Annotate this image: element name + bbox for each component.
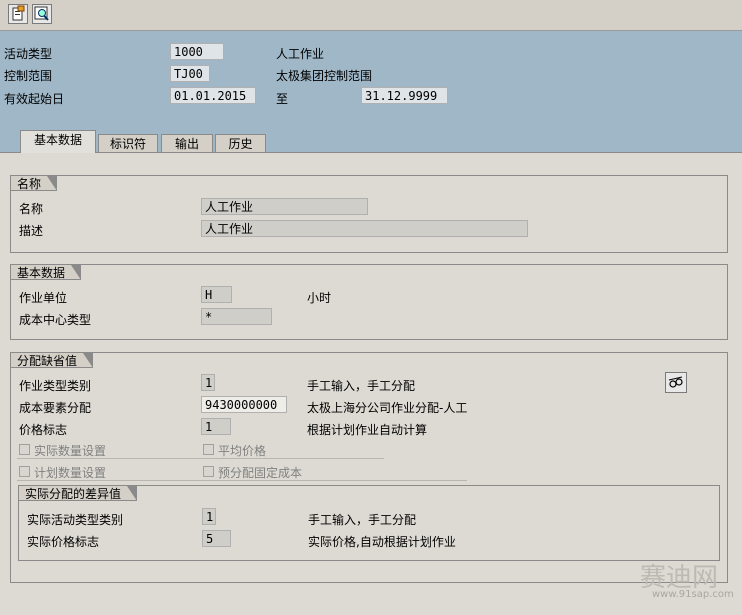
controlling-area-desc: 太极集团控制范围 [276, 69, 373, 83]
tab-panel-basic-data: 名称 名称 人工作业 描述 人工作业 基本数据 作业单位 H 小时 成本中心类型… [0, 152, 742, 615]
actual-activity-type-category-field[interactable]: 1 [202, 508, 216, 525]
activity-unit-field[interactable]: H [201, 286, 232, 303]
tab-basic-data[interactable]: 基本数据 [20, 130, 96, 153]
plan-qty-checkbox[interactable] [19, 466, 30, 477]
predistribute-fixed-cost-checkbox[interactable] [203, 466, 214, 477]
activity-type-category-label: 作业类型类别 [19, 379, 92, 393]
cost-element-field[interactable]: 9430000000 [201, 396, 287, 413]
activity-type-field[interactable]: 1000 [170, 43, 224, 60]
average-price-label: 平均价格 [218, 444, 267, 458]
tab-indicators[interactable]: 标识符 [98, 134, 158, 153]
price-indicator-label: 价格标志 [19, 423, 68, 437]
cost-center-category-label: 成本中心类型 [19, 313, 92, 327]
description-field[interactable]: 人工作业 [201, 220, 528, 237]
cost-element-desc: 太极上海分公司作业分配-人工 [307, 401, 468, 415]
description-label: 描述 [19, 224, 44, 238]
actual-activity-type-category-label: 实际活动类型类别 [27, 513, 124, 527]
names-group-title: 名称 [10, 175, 58, 191]
actual-qty-checkbox[interactable] [19, 444, 30, 455]
activity-type-desc: 人工作业 [276, 47, 325, 61]
actual-price-indicator-field[interactable]: 5 [202, 530, 231, 547]
glasses-icon[interactable] [665, 372, 687, 393]
average-price-checkbox[interactable] [203, 444, 214, 455]
actual-variance-group-title: 实际分配的差异值 [18, 485, 138, 501]
actual-variance-group: 实际分配的差异值 实际活动类型类别 1 手工输入，手工分配 实际价格标志 5 实… [18, 485, 720, 561]
basic-data-group-title: 基本数据 [10, 264, 82, 280]
name-label: 名称 [19, 202, 44, 216]
valid-to-field[interactable]: 31.12.9999 [361, 87, 448, 104]
new-document-icon[interactable] [8, 4, 28, 24]
activity-type-label: 活动类型 [4, 47, 53, 61]
activity-type-category-desc: 手工输入，手工分配 [307, 379, 416, 393]
actual-price-indicator-desc: 实际价格,自动根据计划作业 [308, 535, 456, 549]
tab-output[interactable]: 输出 [161, 134, 213, 153]
actual-qty-label: 实际数量设置 [34, 444, 107, 458]
name-field[interactable]: 人工作业 [201, 198, 368, 215]
basic-data-group: 基本数据 作业单位 H 小时 成本中心类型 * [10, 264, 728, 340]
cost-center-category-field[interactable]: * [201, 308, 272, 325]
controlling-area-field[interactable]: TJ00 [170, 65, 210, 82]
plan-qty-label: 计划数量设置 [34, 466, 107, 480]
valid-from-label: 有效起始日 [4, 92, 65, 106]
valid-to-label: 至 [276, 92, 289, 106]
allocation-defaults-group: 分配缺省值 作业类型类别 1 手工输入，手工分配 成本要素分配 94300000… [10, 352, 728, 583]
names-group: 名称 名称 人工作业 描述 人工作业 [10, 175, 728, 253]
controlling-area-label: 控制范围 [4, 69, 53, 83]
actual-activity-type-category-desc: 手工输入，手工分配 [308, 513, 417, 527]
divider [17, 458, 384, 459]
activity-unit-desc: 小时 [307, 291, 332, 305]
allocation-defaults-group-title: 分配缺省值 [10, 352, 94, 368]
divider [17, 480, 467, 481]
price-indicator-desc: 根据计划作业自动计算 [307, 423, 428, 437]
predistribute-fixed-cost-label: 预分配固定成本 [218, 466, 303, 480]
activity-type-category-field[interactable]: 1 [201, 374, 215, 391]
actual-price-indicator-label: 实际价格标志 [27, 535, 100, 549]
price-indicator-field[interactable]: 1 [201, 418, 231, 435]
cost-element-label: 成本要素分配 [19, 401, 92, 415]
valid-from-field[interactable]: 01.01.2015 [170, 87, 256, 104]
activity-unit-label: 作业单位 [19, 291, 68, 305]
tab-history[interactable]: 历史 [215, 134, 266, 153]
watermark-url: www.91sap.com [652, 589, 734, 600]
application-toolbar [0, 0, 742, 31]
search-icon[interactable] [32, 4, 52, 24]
